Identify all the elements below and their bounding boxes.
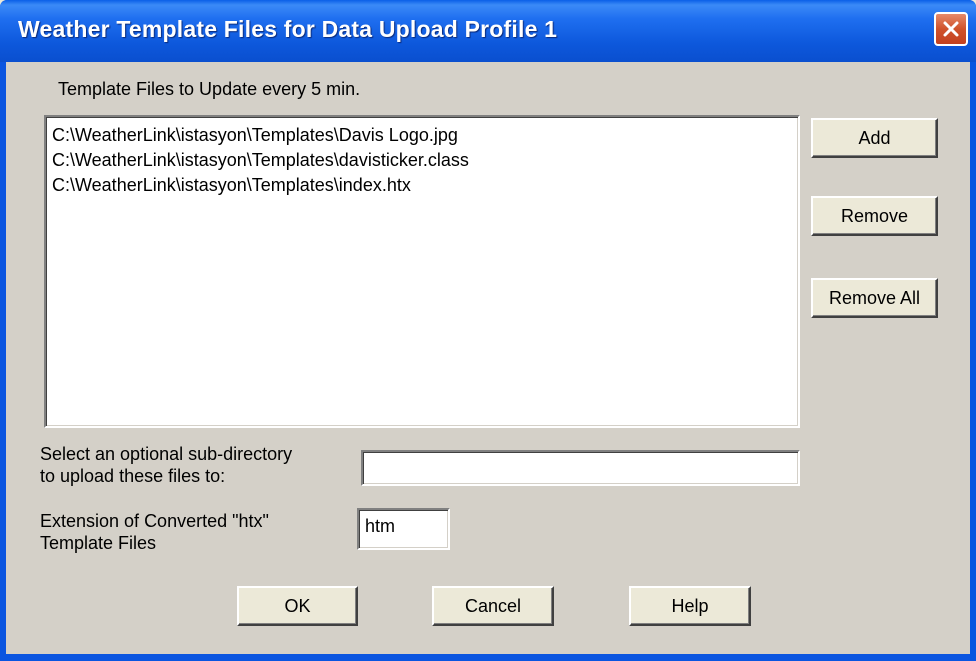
- extension-label: Extension of Converted "htx" Template Fi…: [40, 511, 269, 553]
- extension-input[interactable]: htm: [357, 508, 450, 550]
- subdirectory-label: Select an optional sub-directory to uplo…: [40, 444, 293, 486]
- dialog-window: Weather Template Files for Data Upload P…: [0, 0, 976, 661]
- subdirectory-input[interactable]: [361, 450, 800, 486]
- close-button[interactable]: [934, 12, 968, 46]
- remove-button[interactable]: Remove: [811, 196, 938, 236]
- template-files-label: Template Files to Update every 5 min.: [58, 79, 361, 99]
- remove-all-button[interactable]: Remove All: [811, 278, 938, 318]
- dialog-client-area: Template Files to Update every 5 min. C:…: [6, 62, 970, 654]
- list-item[interactable]: C:\WeatherLink\istasyon\Templates\index.…: [46, 173, 798, 198]
- cancel-button[interactable]: Cancel: [432, 586, 554, 626]
- list-item[interactable]: C:\WeatherLink\istasyon\Templates\Davis …: [46, 123, 798, 148]
- close-icon: [943, 21, 959, 37]
- add-button[interactable]: Add: [811, 118, 938, 158]
- help-button[interactable]: Help: [629, 586, 751, 626]
- template-files-list: C:\WeatherLink\istasyon\Templates\Davis …: [46, 117, 798, 198]
- ok-button[interactable]: OK: [237, 586, 358, 626]
- template-files-listbox[interactable]: C:\WeatherLink\istasyon\Templates\Davis …: [44, 115, 800, 428]
- title-bar[interactable]: Weather Template Files for Data Upload P…: [0, 0, 976, 62]
- window-title: Weather Template Files for Data Upload P…: [18, 16, 558, 42]
- list-item[interactable]: C:\WeatherLink\istasyon\Templates\davist…: [46, 148, 798, 173]
